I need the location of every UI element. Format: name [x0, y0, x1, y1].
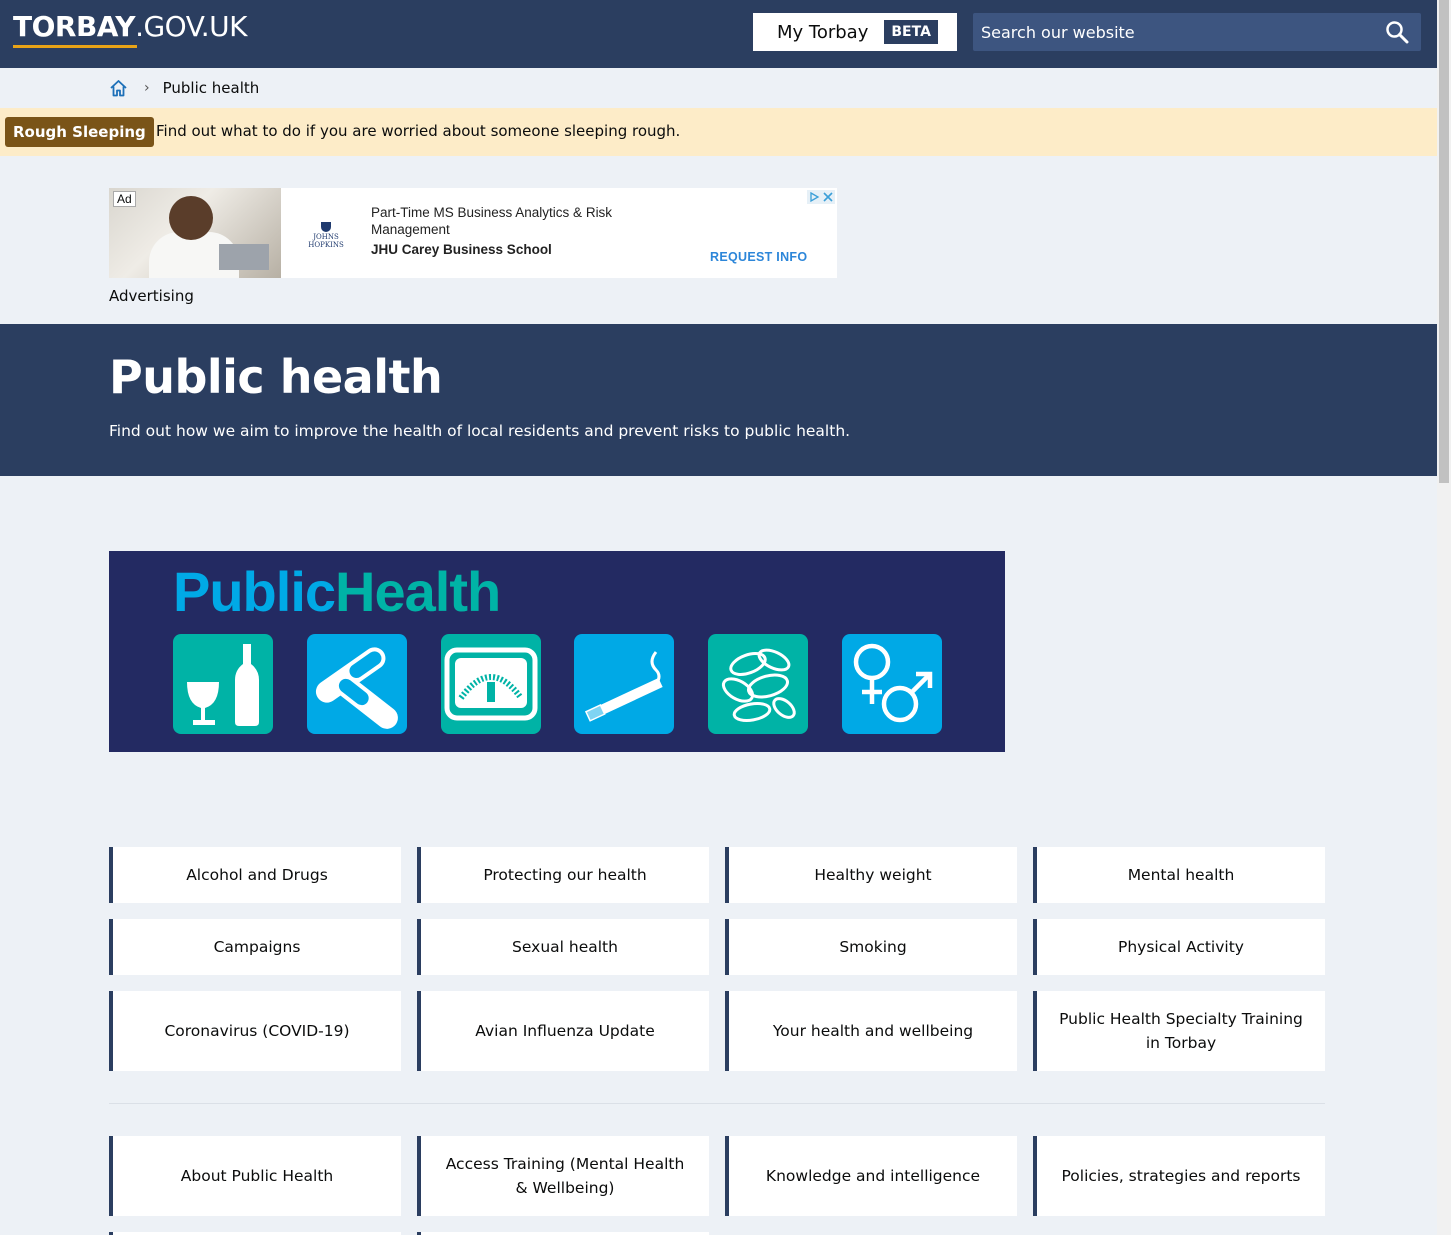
advertising-caption: Advertising [109, 287, 194, 305]
jhu-shield-icon [321, 222, 331, 232]
ad-photo-person [169, 196, 213, 240]
home-icon[interactable] [109, 79, 128, 97]
page-scrollbar[interactable] [1437, 0, 1451, 1235]
link-physical-activity[interactable]: Physical Activity [1033, 919, 1325, 975]
notice-tag[interactable]: Rough Sleeping [5, 117, 154, 147]
link-campaigns[interactable]: Campaigns [109, 919, 401, 975]
gender-symbols-icon [842, 634, 942, 734]
site-logo[interactable]: TORBAY.GOV.UK [13, 10, 248, 43]
ad-label: Ad [113, 191, 136, 207]
link-policies-strategies-reports[interactable]: Policies, strategies and reports [1033, 1136, 1325, 1216]
link-your-health-and-wellbeing[interactable]: Your health and wellbeing [725, 991, 1017, 1071]
link-healthy-weight[interactable]: Healthy weight [725, 847, 1017, 903]
page-hero: Public health Find out how we aim to imp… [0, 324, 1437, 476]
link-knowledge-and-intelligence[interactable]: Knowledge and intelligence [725, 1136, 1017, 1216]
alcohol-icon [173, 634, 273, 734]
logo-rest-text: .GOV.UK [135, 10, 248, 43]
page-title: Public health [109, 350, 443, 404]
my-torbay-button[interactable]: My Torbay BETA [753, 13, 957, 51]
ad-title[interactable]: Part-Time MS Business Analytics & Risk M… [371, 204, 661, 238]
link-mental-health[interactable]: Mental health [1033, 847, 1325, 903]
notice-banner: Rough Sleeping Find out what to do if yo… [0, 108, 1437, 156]
jhu-logo-text: JOHNS HOPKINS [308, 233, 344, 249]
logo-bold-text: TORBAY [13, 10, 136, 43]
notice-text[interactable]: Find out what to do if you are worried a… [156, 122, 680, 140]
link-smoking[interactable]: Smoking [725, 919, 1017, 975]
scrollbar-thumb[interactable] [1439, 0, 1449, 483]
breadcrumb-current: Public health [162, 79, 260, 97]
search-bar [973, 13, 1421, 51]
search-icon[interactable] [1385, 20, 1409, 44]
ad-photo-laptop [219, 244, 269, 270]
public-health-banner: PublicHealth [109, 551, 1005, 752]
ad-request-info-button[interactable]: REQUEST INFO [710, 250, 807, 264]
advertisement[interactable]: Ad JOHNS HOPKINS Part-Time MS Business A… [109, 188, 837, 278]
page-subtitle: Find out how we aim to improve the healt… [109, 422, 851, 440]
chevron-right-icon: › [144, 80, 150, 96]
breadcrumb: › Public health [109, 78, 259, 98]
beta-badge: BETA [884, 20, 938, 44]
jhu-logo: JOHNS HOPKINS [297, 222, 355, 249]
banner-title: PublicHealth [173, 559, 501, 624]
link-sexual-health[interactable]: Sexual health [417, 919, 709, 975]
ad-advertiser[interactable]: JHU Carey Business School [371, 242, 552, 257]
adchoices-icon[interactable] [807, 190, 835, 204]
pills-icon [307, 634, 407, 734]
banner-title-health: Health [335, 560, 501, 623]
site-header: TORBAY.GOV.UK My Torbay BETA [0, 0, 1437, 68]
link-about-public-health[interactable]: About Public Health [109, 1136, 401, 1216]
bacteria-icon [708, 634, 808, 734]
link-access-training[interactable]: Access Training (Mental Health & Wellbei… [417, 1136, 709, 1216]
banner-title-public: Public [173, 560, 336, 623]
logo-underline [13, 45, 137, 48]
link-alcohol-and-drugs[interactable]: Alcohol and Drugs [109, 847, 401, 903]
weighing-scale-icon [441, 634, 541, 734]
link-avian-influenza[interactable]: Avian Influenza Update [417, 991, 709, 1071]
section-divider [109, 1103, 1325, 1104]
link-protecting-our-health[interactable]: Protecting our health [417, 847, 709, 903]
link-specialty-training[interactable]: Public Health Specialty Training in Torb… [1033, 991, 1325, 1071]
my-torbay-label: My Torbay [777, 21, 869, 43]
cigarette-icon [574, 634, 674, 734]
search-input[interactable] [973, 13, 1379, 51]
link-coronavirus[interactable]: Coronavirus (COVID-19) [109, 991, 401, 1071]
